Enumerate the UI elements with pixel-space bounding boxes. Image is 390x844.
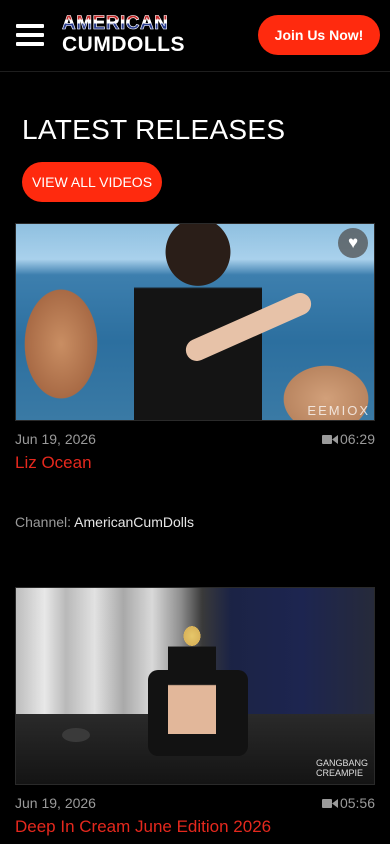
video-card: GANGBANG CREAMPIE Jun 19, 2026 05:56 Dee… <box>15 587 375 837</box>
channel-name-link[interactable]: AmericanCumDolls <box>74 514 194 530</box>
video-meta: Jun 19, 2026 06:29 <box>15 431 375 453</box>
section-title: LATEST RELEASES <box>22 114 286 145</box>
video-duration: 06:29 <box>321 431 375 447</box>
release-date: Jun 19, 2026 <box>15 795 96 811</box>
channel-info: Channel: AmericanCumDolls <box>15 514 375 530</box>
duration-text: 05:56 <box>339 795 375 811</box>
view-all-videos-button[interactable]: VIEW ALL VIDEOS <box>22 162 162 202</box>
video-card: ♥ EEMIOX Jun 19, 2026 06:29 Liz Ocean Ch… <box>15 223 375 530</box>
heart-icon[interactable]: ♥ <box>338 228 368 258</box>
logo-line-2: CUMDOLLS <box>62 33 185 56</box>
duration-text: 06:29 <box>339 431 375 447</box>
video-thumbnail[interactable]: GANGBANG CREAMPIE <box>15 587 375 785</box>
video-title-link[interactable]: Deep In Cream June Edition 2026 <box>15 817 375 837</box>
video-duration: 05:56 <box>321 795 375 811</box>
site-header: AMERICAN CUMDOLLS Join Us Now! <box>0 0 390 72</box>
thumbnail-image <box>168 624 216 734</box>
hamburger-menu-icon[interactable] <box>16 24 44 46</box>
video-meta: Jun 19, 2026 05:56 <box>15 795 375 817</box>
logo-line-1: AMERICAN <box>62 14 192 34</box>
release-date: Jun 19, 2026 <box>15 431 96 447</box>
channel-label: Channel: <box>15 514 72 530</box>
video-camera-icon <box>321 435 338 444</box>
video-camera-icon <box>321 799 338 808</box>
join-us-button[interactable]: Join Us Now! <box>258 15 380 55</box>
thumbnail-watermark: EEMIOX <box>307 403 370 418</box>
video-thumbnail[interactable]: ♥ EEMIOX <box>15 223 375 421</box>
video-title-link[interactable]: Liz Ocean <box>15 453 375 473</box>
thumbnail-watermark: GANGBANG CREAMPIE <box>315 758 368 778</box>
site-logo[interactable]: AMERICAN CUMDOLLS <box>62 14 192 56</box>
